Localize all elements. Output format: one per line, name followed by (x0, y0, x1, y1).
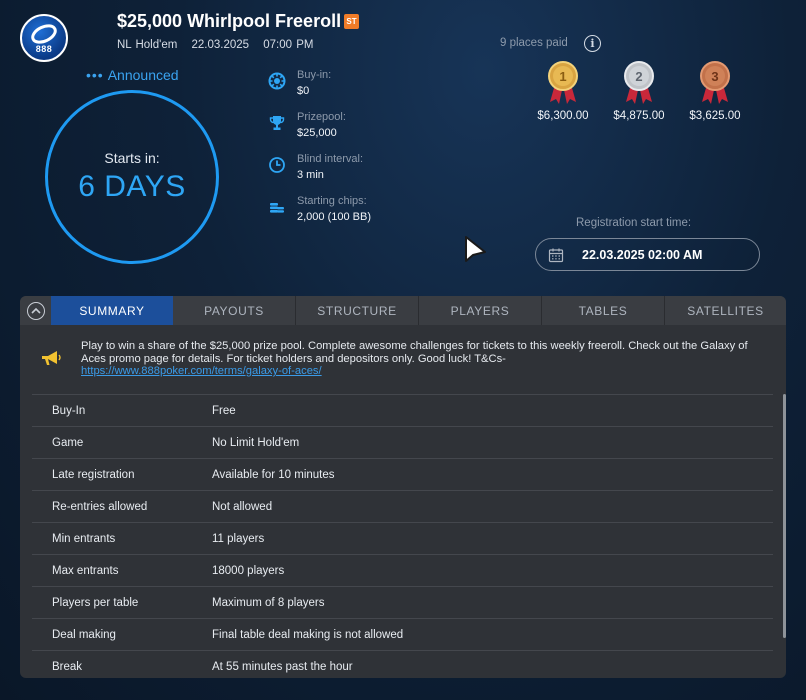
megaphone-icon (42, 351, 61, 365)
bronze-medal-rank: 3 (711, 69, 718, 84)
status-dots-icon: ••• (86, 67, 104, 83)
row-key: Game (52, 436, 84, 449)
row-value: No Limit Hold'em (212, 436, 300, 449)
registration-time-value: 22.03.2025 02:00 AM (582, 247, 703, 262)
tournament-date: 22.03.2025 (191, 39, 250, 51)
table-row: Min entrants 11 players (32, 522, 773, 554)
tournament-subtitle: NL Hold'em 22.03.2025 07:00 PM (117, 39, 324, 51)
chip-stack-icon (270, 203, 284, 213)
tab-tables[interactable]: TABLES (542, 296, 665, 325)
logo-text: 888 (35, 44, 53, 54)
row-value: Not allowed (212, 500, 273, 513)
tab-summary[interactable]: SUMMARY (51, 296, 173, 325)
countdown-value: 6 DAYS (78, 170, 186, 203)
bronze-medal-icon: 3 (700, 61, 730, 104)
row-key: Re-entries allowed (52, 500, 148, 513)
tournament-title: $25,000 Whirlpool Freeroll (117, 11, 342, 31)
silver-medal-icon: 2 (624, 61, 654, 104)
table-row: Players per table Maximum of 8 players (32, 586, 773, 618)
summary-table: Buy-In Free Game No Limit Hold'em Late reg… (32, 394, 773, 678)
row-value: Free (212, 404, 236, 417)
notice-text-block: Play to win a share of the $25,000 prize… (81, 340, 761, 378)
trophy-icon (269, 116, 285, 130)
table-row: Max entrants 18000 players (32, 554, 773, 586)
table-row: Game No Limit Hold'em (32, 426, 773, 458)
table-row: Late registration Available for 10 minute… (32, 458, 773, 490)
tab-payouts[interactable]: PAYOUTS (173, 296, 296, 325)
third-prize-amount: $3,625.00 (689, 110, 741, 122)
888-logo: 888 (20, 14, 68, 62)
status-indicator: ••• Announced (86, 67, 179, 83)
row-value: 11 players (212, 532, 265, 545)
row-value: Final table deal making is not allowed (212, 628, 404, 641)
table-row: Deal making Final table deal making is no… (32, 618, 773, 650)
row-value: 18000 players (212, 564, 285, 577)
promo-notice: Play to win a share of the $25,000 prize… (20, 325, 786, 393)
tournament-time: 07:00 PM (263, 39, 314, 51)
scrollbar[interactable] (783, 394, 786, 638)
status-label: Announced (107, 67, 179, 83)
game-type: NL Hold'em (117, 39, 178, 51)
prizepool-value: $25,000 (297, 127, 337, 139)
tournament-details-panel: SUMMARY PAYOUTS STRUCTURE PLAYERS TABLES… (20, 296, 786, 678)
row-key: Players per table (52, 596, 139, 609)
notice-text: Play to win a share of the $25,000 prize… (81, 340, 748, 365)
tab-players[interactable]: PLAYERS (419, 296, 542, 325)
starting-chips-value: 2,000 (100 BB) (297, 211, 371, 223)
chevron-up-icon (26, 301, 45, 320)
row-key: Buy-In (52, 404, 86, 417)
clock-icon (269, 157, 285, 173)
table-row: Break At 55 minutes past the hour (32, 650, 773, 678)
table-row: Buy-In Free (32, 394, 773, 426)
mouse-cursor-icon (465, 236, 486, 262)
buyin-value: $0 (297, 85, 310, 97)
tab-structure[interactable]: STRUCTURE (296, 296, 419, 325)
collapse-button[interactable] (20, 296, 51, 325)
row-value: Maximum of 8 players (212, 596, 325, 609)
tab-bar: SUMMARY PAYOUTS STRUCTURE PLAYERS TABLES… (20, 296, 786, 325)
calendar-icon (548, 248, 564, 262)
registration-time-field: 22.03.2025 02:00 AM (535, 238, 760, 271)
row-key: Late registration (52, 468, 135, 481)
row-value: Available for 10 minutes (212, 468, 335, 481)
silver-medal-rank: 2 (635, 69, 642, 84)
row-key: Min entrants (52, 532, 116, 545)
poker-chip-icon (268, 72, 286, 90)
countdown-label: Starts in: (104, 150, 160, 166)
row-key: Break (52, 660, 83, 673)
second-prize-amount: $4,875.00 (613, 110, 665, 122)
row-key: Deal making (52, 628, 116, 641)
places-paid: 9 places paid (500, 37, 568, 49)
info-icon[interactable]: i (584, 35, 601, 52)
row-value: At 55 minutes past the hour (212, 660, 353, 673)
table-row: Re-entries allowed Not allowed (32, 490, 773, 522)
prizepool-label: Prizepool: (297, 111, 346, 123)
tab-satellites[interactable]: SATELLITES (665, 296, 786, 325)
registration-label: Registration start time: (576, 217, 692, 229)
st-badge: ST (344, 14, 359, 29)
first-prize-amount: $6,300.00 (537, 110, 589, 122)
gold-medal-icon: 1 (548, 61, 578, 104)
gold-medal-rank: 1 (559, 69, 566, 84)
blind-interval-label: Blind interval: (297, 153, 364, 165)
terms-link[interactable]: https://www.888poker.com/terms/galaxy-of… (81, 365, 322, 377)
buyin-label: Buy-in: (297, 69, 332, 81)
blind-interval-value: 3 min (297, 169, 324, 181)
starting-chips-label: Starting chips: (297, 195, 367, 207)
row-key: Max entrants (52, 564, 119, 577)
countdown-circle: Starts in: 6 DAYS (45, 90, 219, 264)
